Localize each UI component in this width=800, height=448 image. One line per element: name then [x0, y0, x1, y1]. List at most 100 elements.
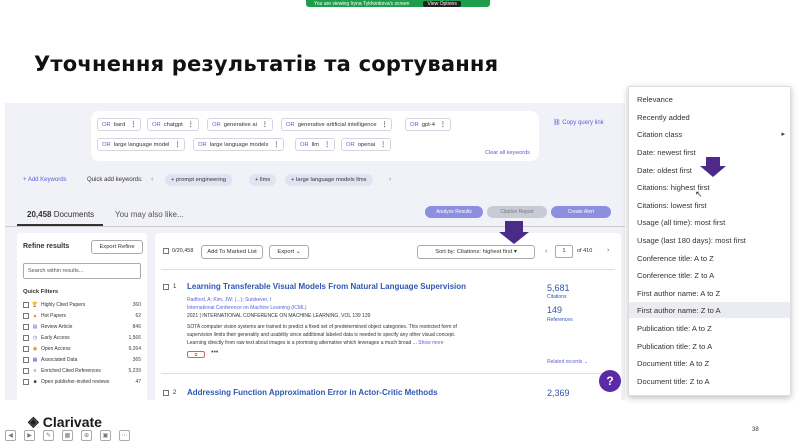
more-icon[interactable]: ⋮ [262, 122, 268, 128]
keyword-chip[interactable]: OR gpt-4 ⋮ [405, 118, 451, 131]
citation-count[interactable]: 5,681 [547, 283, 570, 293]
next-page-icon[interactable]: › [607, 247, 609, 254]
related-records-link[interactable]: Related records ⌄ [547, 359, 588, 365]
sort-option[interactable]: First author name: A to Z [637, 289, 720, 298]
zoom-icon[interactable]: ⊕ [81, 430, 92, 441]
select-all[interactable]: 0/20,458 [163, 248, 193, 254]
keyword-chip[interactable]: OR chatgpt ⋮ [147, 118, 199, 131]
sort-option[interactable]: Conference title: Z to A [637, 271, 714, 280]
analyze-results-button[interactable]: Analyze Results [425, 206, 483, 218]
add-keywords-link[interactable]: + Add Keywords [23, 177, 67, 183]
checkbox[interactable] [23, 346, 29, 352]
camera-icon[interactable]: ▣ [100, 430, 111, 441]
result-authors[interactable]: Radford, A; Kim, JW; (...); Sutskever, I [187, 297, 271, 303]
checkbox[interactable] [23, 379, 29, 385]
checkbox[interactable] [163, 284, 169, 290]
chevron-right-icon[interactable]: › [389, 176, 391, 183]
export-dropdown[interactable]: Export ⌄ [269, 245, 309, 259]
filter-publisher-reviews[interactable]: ■ Open publisher-invited reviews 47 [23, 379, 141, 385]
more-icon[interactable]: ⋮ [382, 122, 388, 128]
more-icon[interactable]: ⋮ [188, 122, 194, 128]
reference-count[interactable]: 149 [547, 305, 562, 315]
show-more-link[interactable]: Show more [418, 340, 443, 346]
checkbox[interactable] [23, 313, 29, 319]
citation-report-button[interactable]: Citation Report [487, 206, 547, 218]
pen-icon[interactable]: ✎ [43, 430, 54, 441]
checkbox[interactable] [23, 335, 29, 341]
clear-keywords-link[interactable]: Clear all keywords [485, 150, 530, 156]
sort-option[interactable]: Usage (last 180 days): most first [637, 236, 746, 245]
export-refine-button[interactable]: Export Refine [91, 240, 143, 254]
keyword-chip[interactable]: OR generative artificial intelligence ⋮ [281, 118, 393, 131]
checkbox[interactable] [163, 248, 169, 254]
sort-option[interactable]: Publication title: Z to A [637, 342, 712, 351]
chevron-left-icon[interactable]: ‹ [151, 176, 153, 183]
filter-highly-cited[interactable]: 🏆 Highly Cited Papers 360 [23, 302, 141, 308]
keyword-chip[interactable]: OR llm ⋮ [295, 138, 335, 151]
keyword-chip[interactable]: OR generative ai ⋮ [207, 118, 273, 131]
checkbox[interactable] [23, 368, 29, 374]
sort-option[interactable]: Conference title: A to Z [637, 254, 714, 263]
more-icon[interactable]: ⋮ [273, 142, 279, 148]
filter-open-access[interactable]: ◉ Open Access 9,264 [23, 346, 141, 352]
add-to-marked-list-button[interactable]: Add To Marked List [201, 245, 263, 259]
full-text-icon[interactable]: ⧉ [187, 351, 205, 358]
result-select[interactable]: 2 [163, 390, 176, 396]
result-venue[interactable]: International Conference on Machine Lear… [187, 305, 307, 311]
next-slide-icon[interactable]: ▶ [24, 430, 35, 441]
sort-option[interactable]: First author name: Z to A [637, 306, 721, 315]
more-options-icon[interactable]: ••• [211, 349, 218, 356]
prev-slide-icon[interactable]: ◀ [5, 430, 16, 441]
sort-option[interactable]: Citations: lowest first [637, 201, 707, 210]
sort-option[interactable]: Document title: Z to A [637, 377, 710, 386]
sort-dropdown[interactable]: Sort by: Citations: highest first ▾ [417, 245, 535, 259]
chevron-down-icon: ▾ [512, 249, 517, 255]
result-title-link[interactable]: Learning Transferable Visual Models From… [187, 282, 466, 291]
page-input[interactable]: 1 [555, 245, 573, 258]
sort-option[interactable]: Publication title: A to Z [637, 324, 712, 333]
more-icon[interactable]: ⋮ [324, 142, 330, 148]
tab-documents[interactable]: 20,458 Documents [27, 210, 94, 219]
checkbox[interactable] [23, 357, 29, 363]
create-alert-button[interactable]: Create Alert [551, 206, 611, 218]
quick-keyword-chip[interactable]: + prompt engineering [165, 174, 232, 186]
prev-page-icon[interactable]: ‹ [545, 248, 547, 255]
more-icon[interactable]: ⋮ [174, 142, 180, 148]
keyword-chip[interactable]: OR openai ⋮ [341, 138, 391, 151]
sort-option[interactable]: Usage (all time): most first [637, 218, 725, 227]
sort-option[interactable]: Relevance [637, 95, 673, 104]
search-within-input[interactable]: Search within results... [23, 263, 141, 279]
refine-title: Refine results [23, 243, 70, 250]
filter-enriched-references[interactable]: ≡ Enriched Cited References 5,239 [23, 368, 141, 374]
view-options-button[interactable]: View Options [423, 0, 461, 7]
tab-you-may-also-like[interactable]: You may also like... [115, 210, 184, 219]
result-title-link[interactable]: Addressing Function Approximation Error … [187, 388, 438, 397]
keyword-chip[interactable]: OR large language model ⋮ [97, 138, 186, 151]
quick-keyword-chip[interactable]: + large language models llms [285, 174, 373, 186]
help-icon[interactable]: ? [599, 370, 621, 392]
sort-option[interactable]: Date: oldest first [637, 166, 692, 175]
more-icon[interactable]: ⋮ [130, 122, 136, 128]
keyword-chip[interactable]: OR bard ⋮ [97, 118, 142, 131]
copy-query-link[interactable]: ⛓ Copy query link [553, 119, 604, 126]
filter-associated-data[interactable]: ▦ Associated Data 365 [23, 357, 141, 363]
more-icon[interactable]: ⋯ [119, 430, 130, 441]
sort-option[interactable]: Recently added [637, 113, 690, 122]
clock-icon: ◷ [32, 335, 38, 341]
more-icon[interactable]: ⋮ [440, 122, 446, 128]
checkbox[interactable] [23, 302, 29, 308]
quick-keyword-chip[interactable]: + llms [249, 174, 277, 186]
citation-count[interactable]: 2,369 [547, 388, 570, 398]
filter-early-access[interactable]: ◷ Early Access 1,566 [23, 335, 141, 341]
more-icon[interactable]: ⋮ [380, 142, 386, 148]
checkbox[interactable] [163, 390, 169, 396]
slides-icon[interactable]: ▦ [62, 430, 73, 441]
checkbox[interactable] [23, 324, 29, 330]
sort-option[interactable]: Date: newest first [637, 148, 696, 157]
filter-review-article[interactable]: ▤ Review Article 846 [23, 324, 141, 330]
filter-hot-papers[interactable]: ▲ Hot Papers 62 [23, 313, 141, 319]
sort-option[interactable]: Citation class ▸ [637, 130, 785, 139]
keyword-chip[interactable]: OR large language models ⋮ [193, 138, 285, 151]
sort-option[interactable]: Document title: A to Z [637, 359, 709, 368]
result-select[interactable]: 1 [163, 284, 176, 290]
